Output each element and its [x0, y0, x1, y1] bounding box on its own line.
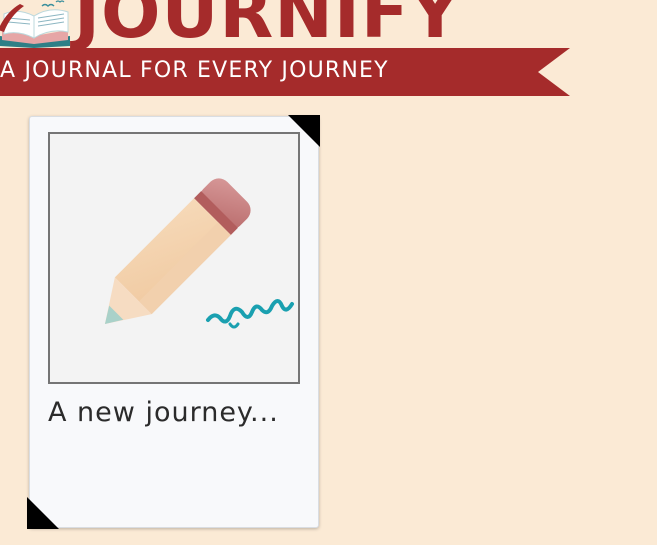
- corner-decoration: [27, 497, 59, 529]
- open-book-icon: [0, 0, 76, 48]
- pencil-icon: [50, 134, 298, 382]
- page: JOURNIFY A JOURNAL FOR EVERY JOURNEY A n…: [0, 0, 657, 545]
- journal-cover-image: [48, 132, 300, 384]
- tagline: A JOURNAL FOR EVERY JOURNEY: [0, 58, 389, 83]
- journal-title: A new journey...: [48, 397, 279, 428]
- tagline-ribbon: A JOURNAL FOR EVERY JOURNEY: [0, 48, 570, 96]
- brand-title: JOURNIFY: [74, 0, 462, 54]
- journal-card[interactable]: A new journey...: [27, 115, 320, 529]
